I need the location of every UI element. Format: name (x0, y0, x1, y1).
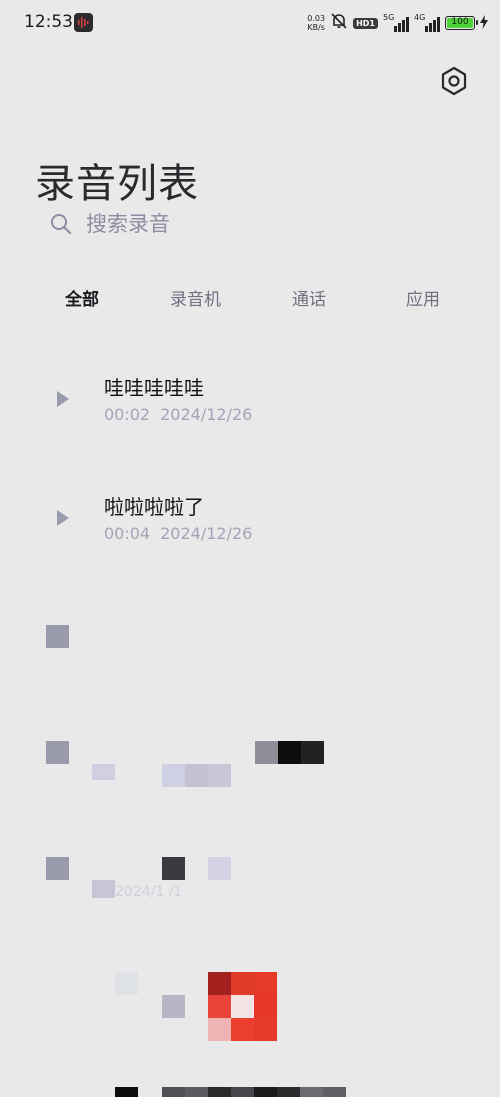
play-icon[interactable] (54, 388, 72, 410)
pixel-block (185, 764, 208, 787)
battery-icon: 100 (445, 16, 478, 30)
hd-badge: HD1 (353, 17, 378, 29)
pixel-block (185, 1087, 208, 1097)
pixel-block (254, 1018, 277, 1041)
recorder-notification-icon (74, 13, 93, 32)
pixel-block (46, 625, 69, 648)
settings-hexagon-icon (441, 66, 467, 96)
pixel-block (162, 857, 185, 880)
pixel-block (300, 1087, 323, 1097)
pixel-block (255, 741, 278, 764)
pixel-block (231, 972, 254, 995)
list-item[interactable]: 啦啦啦啦了 00:04 2024/12/26 (0, 487, 500, 577)
pixel-block (254, 972, 277, 995)
recording-meta: 00:04 2024/12/26 (104, 524, 252, 543)
recording-meta: 00:02 2024/12/26 (104, 405, 252, 424)
pixel-block (46, 857, 69, 880)
recording-name: 哇哇哇哇哇 (104, 376, 204, 400)
recording-date: 2024/12/26 (160, 405, 253, 424)
pixel-block (92, 764, 115, 780)
search-input[interactable] (84, 211, 428, 237)
charging-bolt-icon (480, 14, 488, 33)
play-icon[interactable] (54, 507, 72, 529)
signal-5g-icon: 5G (383, 13, 409, 32)
pixel-block (208, 972, 231, 995)
signal-4g-icon: 4G (414, 13, 440, 32)
pixel-block (278, 741, 301, 764)
pixel-block (46, 741, 69, 764)
pixel-block (162, 1087, 185, 1097)
pixel-block (162, 995, 185, 1018)
pixel-block (115, 972, 138, 995)
recording-duration: 00:02 (104, 405, 151, 424)
search-bar[interactable] (50, 206, 450, 242)
status-time: 12:53 (24, 12, 73, 32)
network-speed: 0.03 KB/s (307, 14, 326, 32)
pixel-block (208, 764, 231, 787)
recording-name: 啦啦啦啦了 (104, 495, 204, 519)
pixel-block (208, 1018, 231, 1041)
pixelated-date: 2024/1 /1 (115, 884, 183, 900)
tab-calls[interactable]: 通话 (292, 285, 326, 310)
pixel-block (208, 1087, 231, 1097)
pixel-block (231, 1087, 254, 1097)
pixel-block (301, 741, 324, 764)
page-title: 录音列表 (35, 160, 199, 207)
pixel-block (254, 995, 277, 1018)
pixel-block (231, 1018, 254, 1041)
tab-all[interactable]: 全部 (65, 285, 99, 310)
pixel-block (208, 995, 231, 1018)
pixel-block (277, 1087, 300, 1097)
tab-apps[interactable]: 应用 (406, 285, 440, 310)
pixel-block (92, 880, 115, 898)
pixel-block (208, 857, 231, 880)
settings-button[interactable] (438, 65, 470, 97)
pixel-block (323, 1087, 346, 1097)
status-bar: 12:53 0.03 KB/s HD1 5G 4G 100 (0, 0, 500, 46)
search-icon (51, 214, 72, 235)
filter-tabs: 全部 录音机 通话 应用 (0, 285, 500, 315)
pixel-block (115, 1087, 138, 1097)
recording-duration: 00:04 (104, 524, 151, 543)
pixel-block (231, 995, 254, 1018)
recording-date: 2024/12/26 (160, 524, 253, 543)
tab-recorder[interactable]: 录音机 (170, 285, 221, 310)
pixel-block (162, 764, 185, 787)
bell-muted-icon (330, 12, 348, 34)
pixel-block (254, 1087, 277, 1097)
list-item[interactable]: 哇哇哇哇哇 00:02 2024/12/26 (0, 368, 500, 458)
